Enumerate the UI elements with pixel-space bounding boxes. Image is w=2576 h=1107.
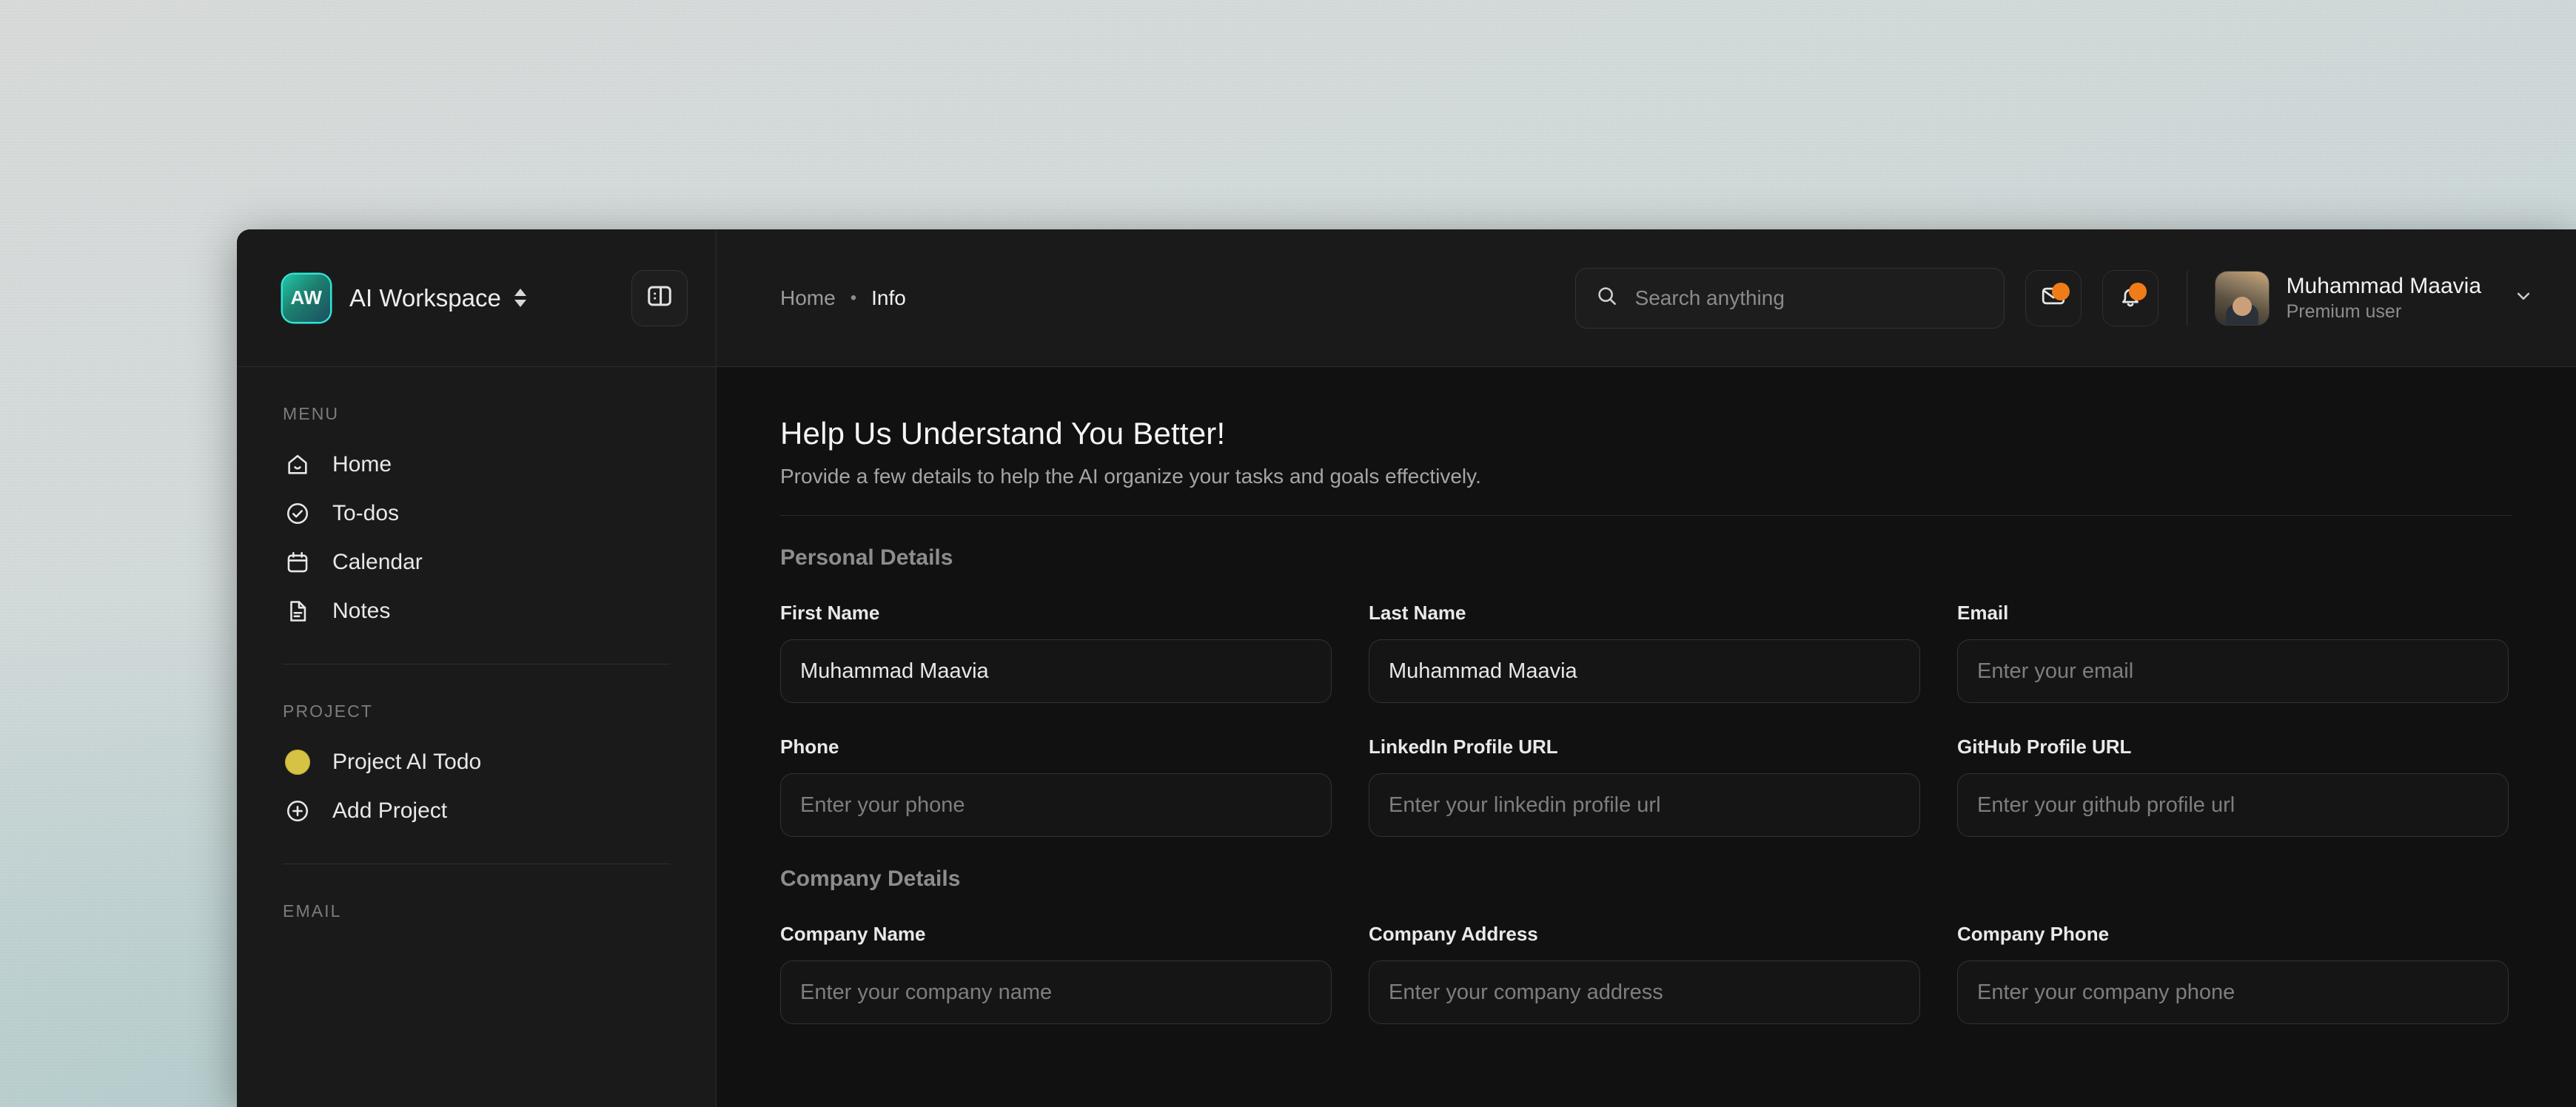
sidebar-item-label: Home bbox=[332, 452, 392, 477]
personal-details-grid: First Name Muhammad Maavia Last Name Muh… bbox=[780, 602, 2512, 837]
top-bar-actions: Search anything Muhammad Maavia Premium … bbox=[1574, 267, 2535, 329]
field-first-name: First Name Muhammad Maavia bbox=[780, 602, 1332, 703]
page-subtitle: Provide a few details to help the AI org… bbox=[780, 465, 1481, 488]
company-name-input[interactable]: Enter your company name bbox=[780, 960, 1332, 1024]
calendar-icon bbox=[283, 548, 312, 577]
sidebar-item-add-project[interactable]: Add Project bbox=[283, 787, 670, 835]
grid-row-gap bbox=[780, 703, 2509, 736]
content-area: Help Us Understand You Better! Provide a… bbox=[717, 367, 2576, 1107]
user-role: Premium user bbox=[2286, 301, 2402, 322]
github-url-input[interactable]: Enter your github profile url bbox=[1957, 773, 2509, 837]
company-phone-input[interactable]: Enter your company phone bbox=[1957, 960, 2509, 1024]
field-label: Company Phone bbox=[1957, 923, 2110, 945]
user-name: Muhammad Maavia bbox=[2286, 273, 2481, 298]
field-placeholder: Enter your phone bbox=[800, 793, 965, 817]
search-icon bbox=[1595, 284, 1619, 312]
field-label: Email bbox=[1957, 602, 2009, 624]
chevron-up-down-icon[interactable] bbox=[514, 289, 526, 307]
sidebar-section-menu-label: MENU bbox=[283, 404, 340, 423]
top-bar: Home • Info Search anything Muhammad Maa… bbox=[717, 229, 2576, 367]
field-label: GitHub Profile URL bbox=[1957, 736, 2132, 758]
check-circle-icon bbox=[283, 499, 312, 528]
home-icon bbox=[283, 450, 312, 480]
chevron-down-icon[interactable] bbox=[2512, 285, 2535, 311]
user-menu[interactable]: Muhammad Maavia Premium user bbox=[2215, 271, 2535, 325]
search-placeholder: Search anything bbox=[1634, 286, 1785, 309]
field-phone: Phone Enter your phone bbox=[780, 736, 1332, 837]
content-divider bbox=[780, 515, 2512, 516]
field-label: Last Name bbox=[1369, 602, 1466, 624]
first-name-input[interactable]: Muhammad Maavia bbox=[780, 639, 1332, 703]
color-dot-icon bbox=[283, 747, 312, 777]
field-placeholder: Enter your company name bbox=[800, 980, 1053, 1004]
company-details-grid: Company Name Enter your company name Com… bbox=[780, 923, 2512, 1024]
field-github-url: GitHub Profile URL Enter your github pro… bbox=[1957, 736, 2509, 837]
field-label: Company Name bbox=[780, 923, 926, 945]
workspace-header: AW AI Workspace bbox=[237, 229, 716, 367]
plus-circle-icon bbox=[283, 796, 312, 826]
user-identity: Muhammad Maavia Premium user bbox=[2287, 272, 2481, 324]
field-placeholder: Enter your company phone bbox=[1977, 980, 2235, 1004]
field-last-name: Last Name Muhammad Maavia bbox=[1369, 602, 1920, 703]
field-email: Email Enter your email bbox=[1957, 602, 2509, 703]
workspace-logo-text: AW bbox=[290, 286, 323, 309]
field-label: Phone bbox=[780, 736, 839, 758]
page-title: Help Us Understand You Better! bbox=[780, 416, 1226, 451]
section-heading-company-details: Company Details bbox=[780, 867, 961, 891]
notification-button[interactable] bbox=[2102, 269, 2159, 326]
phone-input[interactable]: Enter your phone bbox=[780, 773, 1332, 837]
file-text-icon bbox=[283, 596, 312, 626]
field-placeholder: Enter your github profile url bbox=[1977, 793, 2235, 817]
workspace-name: AI Workspace bbox=[349, 283, 501, 312]
field-label: Company Address bbox=[1369, 923, 1538, 945]
search-input[interactable]: Search anything bbox=[1574, 267, 2005, 329]
field-placeholder: Enter your email bbox=[1977, 659, 2134, 683]
sidebar-item-label: To-dos bbox=[332, 501, 400, 525]
sidebar-section-project-label: PROJECT bbox=[283, 701, 374, 721]
breadcrumb-separator: • bbox=[850, 287, 857, 308]
sidebar-item-label: Notes bbox=[332, 599, 391, 623]
field-placeholder: Enter your linkedin profile url bbox=[1389, 793, 1661, 817]
sidebar-item-home[interactable]: Home bbox=[283, 440, 670, 489]
last-name-input[interactable]: Muhammad Maavia bbox=[1369, 639, 1920, 703]
field-label: LinkedIn Profile URL bbox=[1369, 736, 1558, 758]
section-heading-personal-details: Personal Details bbox=[780, 545, 953, 570]
sidebar-section-email-label: EMAIL bbox=[283, 901, 342, 921]
sidebar: AW AI Workspace MENU Home To-dos Calenda… bbox=[237, 229, 717, 1107]
app-window: AW AI Workspace MENU Home To-dos Calenda… bbox=[237, 229, 2576, 1107]
field-placeholder: Enter your company address bbox=[1389, 980, 1663, 1004]
notification-badge bbox=[2128, 282, 2147, 300]
workspace-logo: AW bbox=[283, 274, 330, 322]
sidebar-toggle-icon bbox=[645, 282, 674, 314]
main-area: Home • Info Search anything Muhammad Maa… bbox=[717, 229, 2576, 1107]
field-value: Muhammad Maavia bbox=[1389, 659, 1577, 683]
linkedin-url-input[interactable]: Enter your linkedin profile url bbox=[1369, 773, 1920, 837]
avatar bbox=[2215, 271, 2269, 325]
breadcrumb-current: Info bbox=[871, 286, 906, 309]
field-company-phone: Company Phone Enter your company phone bbox=[1957, 923, 2509, 1024]
sidebar-item-todos[interactable]: To-dos bbox=[283, 489, 670, 538]
field-company-name: Company Name Enter your company name bbox=[780, 923, 1332, 1024]
breadcrumb-home[interactable]: Home bbox=[780, 286, 836, 310]
field-value: Muhammad Maavia bbox=[800, 659, 989, 683]
sidebar-item-project-ai-todo[interactable]: Project AI Todo bbox=[283, 738, 670, 787]
sidebar-item-label: Add Project bbox=[332, 798, 448, 823]
breadcrumb: Home • Info bbox=[780, 286, 906, 310]
sidebar-nav: MENU Home To-dos Calendar Notes PROJECT … bbox=[237, 367, 716, 1107]
sidebar-item-notes[interactable]: Notes bbox=[283, 587, 670, 636]
field-company-address: Company Address Enter your company addre… bbox=[1369, 923, 1920, 1024]
mail-badge bbox=[2051, 282, 2070, 300]
company-address-input[interactable]: Enter your company address bbox=[1369, 960, 1920, 1024]
email-input[interactable]: Enter your email bbox=[1957, 639, 2509, 703]
sidebar-item-calendar[interactable]: Calendar bbox=[283, 538, 670, 587]
sidebar-item-label: Project AI Todo bbox=[332, 750, 482, 774]
field-linkedin-url: LinkedIn Profile URL Enter your linkedin… bbox=[1369, 736, 1920, 837]
field-label: First Name bbox=[780, 602, 880, 624]
sidebar-item-label: Calendar bbox=[332, 550, 423, 574]
mail-button[interactable] bbox=[2025, 269, 2082, 326]
sidebar-toggle-button[interactable] bbox=[631, 269, 688, 326]
